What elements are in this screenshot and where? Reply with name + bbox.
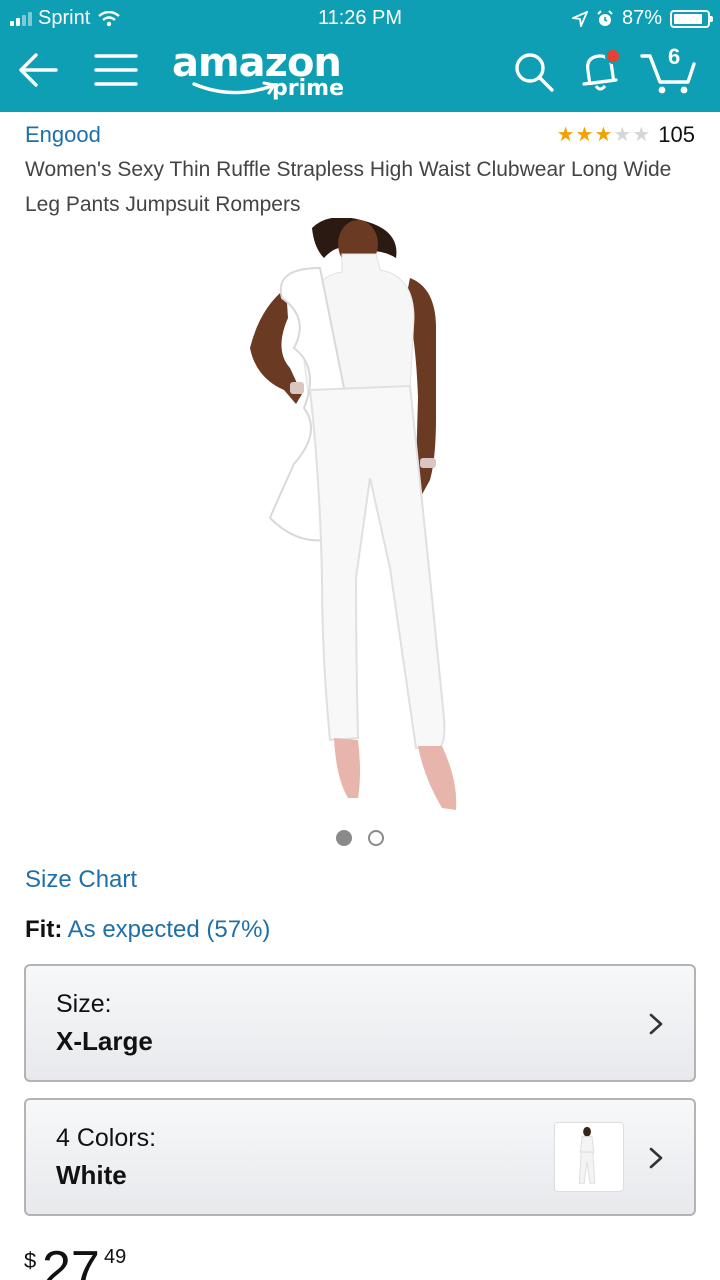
star-empty-icon: ★ (613, 124, 632, 146)
color-swatch-thumbnail (554, 1122, 624, 1192)
chevron-right-icon (649, 1013, 663, 1035)
menu-icon[interactable] (94, 52, 138, 88)
color-selector-label: 4 Colors: (56, 1124, 157, 1152)
alarm-icon (597, 9, 613, 26)
top-bar: Sprint 11:26 PM 87% amazon prime 6 (0, 0, 720, 112)
price-whole: 27 (42, 1241, 100, 1280)
brand-link[interactable]: Engood (25, 122, 101, 148)
amazon-prime-logo[interactable]: amazon prime (172, 40, 362, 104)
product-image[interactable] (230, 218, 500, 818)
cart-button[interactable]: 6 (640, 42, 700, 98)
fit-label: Fit: (25, 916, 63, 943)
color-selector-value: White (56, 1160, 127, 1190)
battery-percent: 87% (621, 7, 662, 29)
pager-dot[interactable] (368, 830, 384, 846)
cart-count: 6 (668, 44, 681, 69)
review-count: 105 (658, 122, 695, 147)
logo-smile-icon (192, 81, 276, 95)
price-fraction: 49 (104, 1246, 127, 1268)
image-pager-dots[interactable] (0, 830, 720, 846)
star-filled-icon: ★ (594, 124, 613, 146)
fit-value-link[interactable]: As expected (57%) (68, 916, 271, 943)
size-selector[interactable]: Size: X-Large (24, 964, 696, 1082)
nav-bar: amazon prime 6 (0, 36, 720, 112)
price-currency: $ (24, 1248, 37, 1273)
star-filled-icon: ★ (575, 124, 594, 146)
status-bar: Sprint 11:26 PM 87% (0, 0, 720, 36)
size-chart-link[interactable]: Size Chart (25, 866, 137, 894)
star-filled-icon: ★ (556, 124, 575, 146)
star-empty-icon: ★ (632, 124, 651, 146)
fit-info: Fit: As expected (57%) (25, 916, 270, 944)
product-title: Women's Sexy Thin Ruffle Strapless High … (25, 158, 672, 216)
price: $ 27 49 (24, 1236, 224, 1280)
notification-bell-icon[interactable] (576, 46, 624, 94)
color-selector[interactable]: 4 Colors: White (24, 1098, 696, 1216)
logo-prime: prime (272, 76, 344, 101)
rating[interactable]: ★ ★ ★ ★ ★ 105 (557, 122, 695, 148)
rating-stars: ★ ★ ★ ★ ★ (557, 123, 651, 147)
location-arrow-icon (571, 10, 588, 27)
battery-icon (670, 9, 713, 28)
status-right: 87% (571, 7, 713, 30)
size-selector-label: Size: (56, 990, 112, 1018)
search-icon[interactable] (512, 50, 556, 94)
back-arrow-icon[interactable] (16, 50, 60, 90)
size-selector-value: X-Large (56, 1026, 153, 1056)
chevron-right-icon (649, 1147, 663, 1169)
pager-dot[interactable] (336, 830, 352, 846)
